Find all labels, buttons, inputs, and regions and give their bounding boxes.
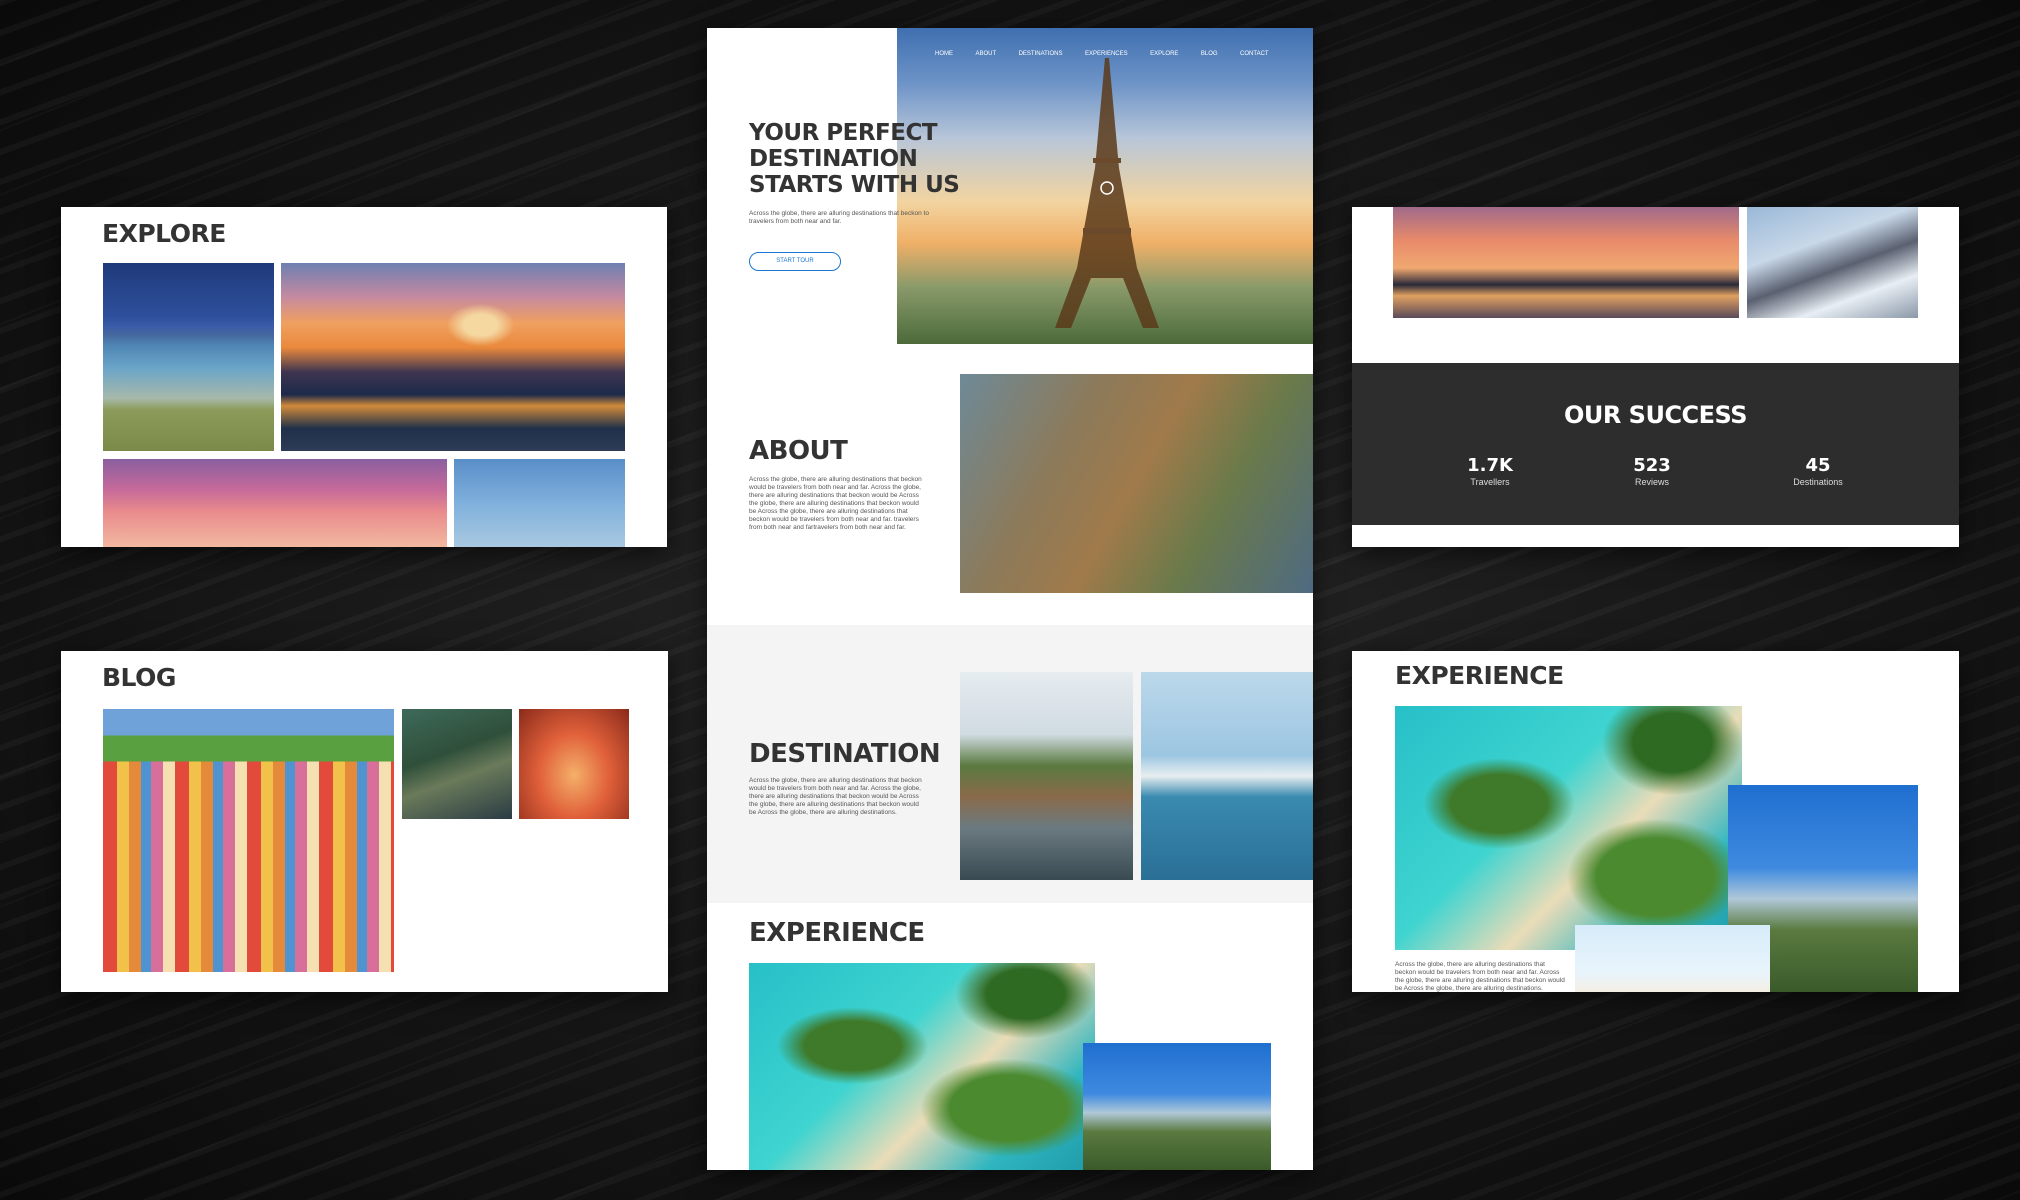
blog-title: BLOG bbox=[102, 663, 176, 692]
destination-section: DESTINATION Across the globe, there are … bbox=[707, 625, 1313, 903]
stat-destinations-label: Destinations bbox=[1793, 477, 1843, 487]
hero-text: Across the globe, there are alluring des… bbox=[749, 210, 929, 225]
experience-title: EXPERIENCE bbox=[749, 918, 925, 948]
explore-title: EXPLORE bbox=[102, 219, 226, 248]
about-title: ABOUT bbox=[749, 436, 848, 466]
stat-reviews-value: 523 bbox=[1633, 455, 1671, 476]
explore-card: EXPLORE bbox=[61, 207, 667, 547]
start-tour-button[interactable]: START TOUR bbox=[749, 252, 841, 271]
nav-experiences[interactable]: EXPERIENCES bbox=[1085, 51, 1128, 57]
shop-interior-image[interactable] bbox=[519, 709, 629, 819]
hero-title-line-3: STARTS WITH US bbox=[749, 172, 960, 198]
hero-title: YOUR PERFECT DESTINATION STARTS WITH US bbox=[749, 120, 960, 198]
experience-card-title: EXPERIENCE bbox=[1395, 661, 1564, 690]
opera-house-sunset-image[interactable] bbox=[103, 459, 447, 547]
about-text: Across the globe, there are alluring des… bbox=[749, 476, 922, 531]
nav-contact[interactable]: CONTACT bbox=[1240, 51, 1269, 57]
mountain-monastery-image[interactable] bbox=[960, 374, 1313, 593]
coastal-sea-image[interactable] bbox=[1141, 672, 1313, 880]
eiffel-tower-image bbox=[897, 28, 1313, 344]
nav-destinations[interactable]: DESTINATIONS bbox=[1019, 51, 1063, 57]
canal-city-image[interactable] bbox=[960, 672, 1133, 880]
camel-beach-image[interactable] bbox=[103, 263, 274, 451]
nav-explore[interactable]: EXPLORE bbox=[1150, 51, 1178, 57]
destination-text: Across the globe, there are alluring des… bbox=[749, 777, 922, 816]
top-nav: HOME ABOUT DESTINATIONS EXPERIENCES EXPL… bbox=[935, 42, 1287, 60]
hot-air-balloons-image[interactable] bbox=[454, 459, 625, 547]
lagoon-boat-image[interactable] bbox=[749, 963, 1095, 1170]
experience-card: EXPERIENCE Across the globe, there are a… bbox=[1352, 651, 1959, 992]
rome-dusk-image[interactable] bbox=[281, 263, 625, 451]
eiffel-tower-icon bbox=[1055, 58, 1159, 328]
nav-about[interactable]: ABOUT bbox=[975, 51, 996, 57]
lagoon-boat-image[interactable] bbox=[1395, 706, 1742, 950]
success-band: OUR SUCCESS 1.7K Travellers 523 Reviews … bbox=[1352, 363, 1959, 525]
nav-home[interactable]: HOME bbox=[935, 51, 953, 57]
hero-title-line-2: DESTINATION bbox=[749, 146, 918, 172]
sydney-opera-image[interactable] bbox=[1393, 207, 1739, 318]
stat-destinations-value: 45 bbox=[1805, 455, 1831, 476]
homepage-preview: HOME ABOUT DESTINATIONS EXPERIENCES EXPL… bbox=[707, 28, 1313, 1170]
hero-title-line-1: YOUR PERFECT bbox=[749, 120, 938, 146]
experience-card-text: Across the globe, there are alluring des… bbox=[1395, 961, 1565, 992]
stat-travellers-value: 1.7K bbox=[1467, 455, 1513, 476]
travel-landmarks-image[interactable] bbox=[1575, 925, 1770, 992]
stat-reviews-label: Reviews bbox=[1634, 477, 1669, 487]
blog-card: BLOG bbox=[61, 651, 668, 992]
pagoda-temple-image[interactable] bbox=[1083, 1043, 1271, 1170]
stat-travellers-label: Travellers bbox=[1470, 477, 1510, 487]
success-card: OUR SUCCESS 1.7K Travellers 523 Reviews … bbox=[1352, 207, 1959, 547]
cliff-coast-image[interactable] bbox=[402, 709, 512, 819]
destination-title: DESTINATION bbox=[749, 739, 941, 769]
snowy-mountain-image[interactable] bbox=[1747, 207, 1918, 318]
nav-blog[interactable]: BLOG bbox=[1201, 51, 1218, 57]
colorful-village-image[interactable] bbox=[103, 709, 394, 972]
success-title: OUR SUCCESS bbox=[1563, 401, 1748, 429]
